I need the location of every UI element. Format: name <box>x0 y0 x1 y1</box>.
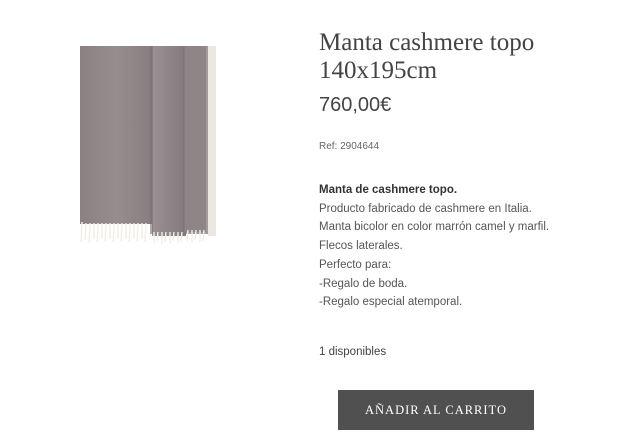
stock-availability: 1 disponibles <box>319 346 387 358</box>
description-heading: Manta de cashmere topo. <box>319 184 458 196</box>
product-image[interactable] <box>80 46 216 244</box>
add-to-cart-button[interactable]: AÑADIR AL CARRITO <box>338 390 534 430</box>
blanket-image-icon <box>80 46 216 244</box>
description-line: Flecos laterales. <box>319 240 403 253</box>
product-title: Manta cashmere topo 140x195cm <box>319 29 535 84</box>
product-description: Manta de cashmere topo. Producto fabrica… <box>319 181 609 312</box>
product-page: Manta cashmere topo 140x195cm 760,00€ Re… <box>0 0 620 447</box>
description-line: Producto fabricado de cashmere en Italia… <box>319 202 532 215</box>
description-line: -Regalo de boda. <box>319 277 408 290</box>
product-price: 760,00€ <box>319 94 392 116</box>
description-line: -Regalo especial atemporal. <box>319 296 463 309</box>
product-reference: Ref: 2904644 <box>319 141 380 152</box>
description-line: Manta bicolor en color marrón camel y ma… <box>319 221 550 234</box>
description-line: Perfecto para: <box>319 258 392 271</box>
